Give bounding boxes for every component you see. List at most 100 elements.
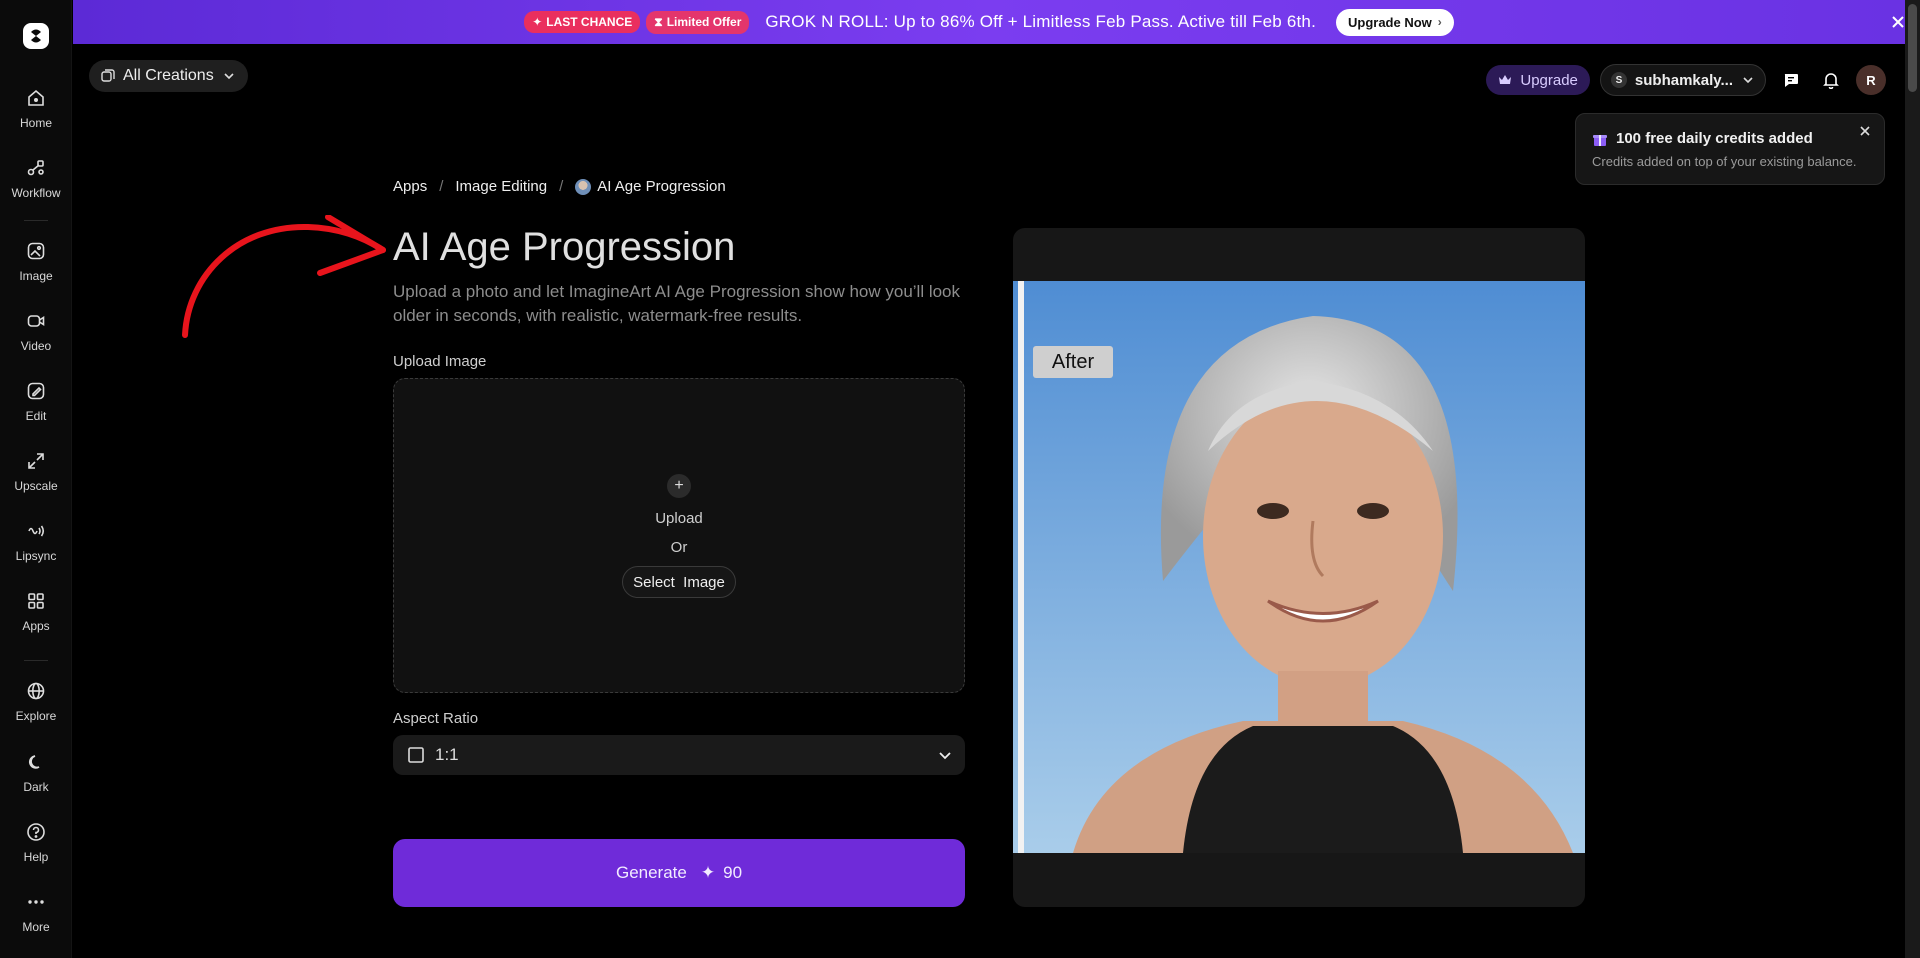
sidebar: Home Workflow Image Video Edit Upscale L… bbox=[0, 0, 72, 958]
upload-image-label: Upload Image bbox=[393, 353, 487, 370]
aspect-ratio-label: Aspect Ratio bbox=[393, 710, 479, 727]
sidebar-item-video[interactable]: Video bbox=[0, 311, 72, 353]
layers-icon bbox=[101, 69, 115, 82]
sidebar-item-label: Edit bbox=[25, 409, 47, 423]
moon-icon bbox=[29, 755, 40, 769]
globe-icon bbox=[27, 682, 45, 700]
upgrade-button[interactable]: Upgrade bbox=[1486, 65, 1590, 95]
edit-icon bbox=[27, 382, 45, 400]
avatar[interactable]: R bbox=[1856, 65, 1886, 95]
account-switcher[interactable]: S subhamkaly... bbox=[1599, 64, 1766, 96]
divider bbox=[24, 660, 48, 661]
breadcrumb-image-editing[interactable]: Image Editing bbox=[455, 178, 547, 195]
sidebar-item-apps[interactable]: Apps bbox=[0, 591, 72, 633]
sidebar-item-label: Lipsync bbox=[15, 549, 57, 563]
limited-offer-badge: ⧗ Limited Offer bbox=[646, 10, 750, 34]
sidebar-item-label: Home bbox=[19, 116, 52, 130]
promo-banner: ✦ LAST CHANCE ⧗ Limited Offer GROK N ROL… bbox=[73, 0, 1905, 44]
all-creations-label: All Creations bbox=[123, 67, 214, 84]
toast-subtitle: Credits added on top of your existing ba… bbox=[1592, 154, 1857, 169]
lipsync-icon bbox=[28, 525, 45, 537]
page-subtitle: Upload a photo and let ImagineArt AI Age… bbox=[393, 282, 961, 325]
generate-button[interactable]: Generate ✦ 90 bbox=[393, 839, 965, 907]
crown-icon bbox=[1499, 75, 1512, 84]
sidebar-item-label: Video bbox=[20, 339, 52, 353]
gift-icon bbox=[1593, 134, 1607, 146]
home-icon bbox=[28, 89, 44, 106]
page-title: AI Age Progression bbox=[393, 225, 736, 269]
generate-cost: 90 bbox=[723, 863, 743, 882]
video-icon bbox=[27, 315, 45, 327]
upgrade-now-label: Upgrade Now bbox=[1348, 14, 1432, 30]
app-thumbnail bbox=[575, 178, 592, 195]
sidebar-item-more[interactable]: More bbox=[0, 892, 72, 934]
aspect-ratio-value: 1:1 bbox=[435, 745, 459, 764]
workflow-icon bbox=[27, 160, 44, 176]
toast-title: 100 free daily credits added bbox=[1592, 130, 1813, 147]
sidebar-item-home[interactable]: Home bbox=[0, 88, 72, 130]
scrollbar-thumb[interactable] bbox=[1908, 4, 1917, 92]
sidebar-item-label: Dark bbox=[23, 780, 49, 794]
account-initial: S bbox=[1610, 72, 1627, 88]
credits-toast: 100 free daily credits added Credits add… bbox=[1575, 113, 1885, 185]
select-image-button[interactable]: Select Image bbox=[622, 566, 736, 598]
chat-button[interactable] bbox=[1776, 65, 1806, 95]
sidebar-item-explore[interactable]: Explore bbox=[0, 681, 72, 723]
breadcrumb-current: AI Age Progression bbox=[575, 178, 726, 195]
or-text: Or bbox=[670, 539, 688, 556]
sidebar-item-workflow[interactable]: Workflow bbox=[0, 158, 72, 200]
sidebar-item-label: Image bbox=[19, 269, 53, 283]
after-label: After bbox=[1033, 346, 1113, 378]
notifications-button[interactable] bbox=[1816, 65, 1846, 95]
close-icon[interactable] bbox=[1858, 124, 1872, 138]
sidebar-item-label: Help bbox=[23, 850, 49, 864]
credit-icon: ✦ bbox=[700, 863, 716, 882]
sparkle-icon: ✦ bbox=[532, 15, 543, 29]
badge-text: Limited Offer bbox=[666, 15, 742, 29]
chevron-down-icon bbox=[939, 752, 951, 760]
breadcrumb-separator: / bbox=[559, 178, 564, 195]
image-icon bbox=[27, 242, 45, 260]
chevron-down-icon bbox=[1743, 77, 1753, 84]
upload-content: + Upload Or Select Image bbox=[394, 474, 964, 598]
sidebar-item-dark[interactable]: Dark bbox=[0, 752, 72, 794]
chevron-down-icon bbox=[224, 73, 234, 80]
preview-panel: After bbox=[1013, 228, 1585, 907]
sidebar-item-edit[interactable]: Edit bbox=[0, 381, 72, 423]
scrollbar[interactable] bbox=[1905, 0, 1920, 958]
sidebar-item-label: More bbox=[22, 920, 50, 934]
toast-title-text: 100 free daily credits added bbox=[1616, 130, 1813, 147]
badge-text: LAST CHANCE bbox=[546, 15, 633, 29]
upgrade-label: Upgrade bbox=[1520, 71, 1578, 89]
upload-dropzone[interactable]: + Upload Or Select Image bbox=[393, 378, 965, 693]
sidebar-item-help[interactable]: Help bbox=[0, 822, 72, 864]
chevron-right-icon: › bbox=[1437, 15, 1442, 29]
divider bbox=[24, 220, 48, 221]
all-creations-dropdown[interactable]: All Creations bbox=[89, 60, 248, 92]
sidebar-item-label: Explore bbox=[15, 709, 57, 723]
logo-icon[interactable] bbox=[22, 22, 50, 50]
sidebar-item-label: Apps bbox=[22, 619, 50, 633]
square-icon bbox=[408, 747, 424, 763]
sidebar-item-lipsync[interactable]: Lipsync bbox=[0, 521, 72, 563]
aspect-ratio-select[interactable]: 1:1 bbox=[393, 735, 965, 775]
upgrade-now-button[interactable]: Upgrade Now › bbox=[1336, 8, 1454, 36]
generate-label: Generate bbox=[615, 863, 687, 882]
more-icon bbox=[28, 900, 44, 904]
sidebar-item-upscale[interactable]: Upscale bbox=[0, 451, 72, 493]
banner-text: GROK N ROLL: Up to 86% Off + Limitless F… bbox=[765, 12, 1316, 31]
breadcrumb-apps[interactable]: Apps bbox=[393, 178, 427, 195]
bell-icon bbox=[1823, 73, 1839, 89]
plus-icon[interactable]: + bbox=[667, 474, 691, 498]
sidebar-item-label: Workflow bbox=[11, 186, 61, 200]
breadcrumb: Apps / Image Editing / AI Age Progressio… bbox=[393, 178, 726, 195]
apps-icon bbox=[28, 593, 44, 609]
chat-icon bbox=[1784, 74, 1798, 87]
sidebar-item-image[interactable]: Image bbox=[0, 241, 72, 283]
account-name: subhamkaly... bbox=[1634, 71, 1733, 89]
hourglass-icon: ⧗ bbox=[654, 14, 663, 29]
upload-text: Upload bbox=[655, 510, 703, 527]
sidebar-item-label: Upscale bbox=[14, 479, 58, 493]
top-right-actions: Upgrade S subhamkaly... R bbox=[1486, 64, 1886, 96]
help-icon bbox=[27, 823, 45, 841]
